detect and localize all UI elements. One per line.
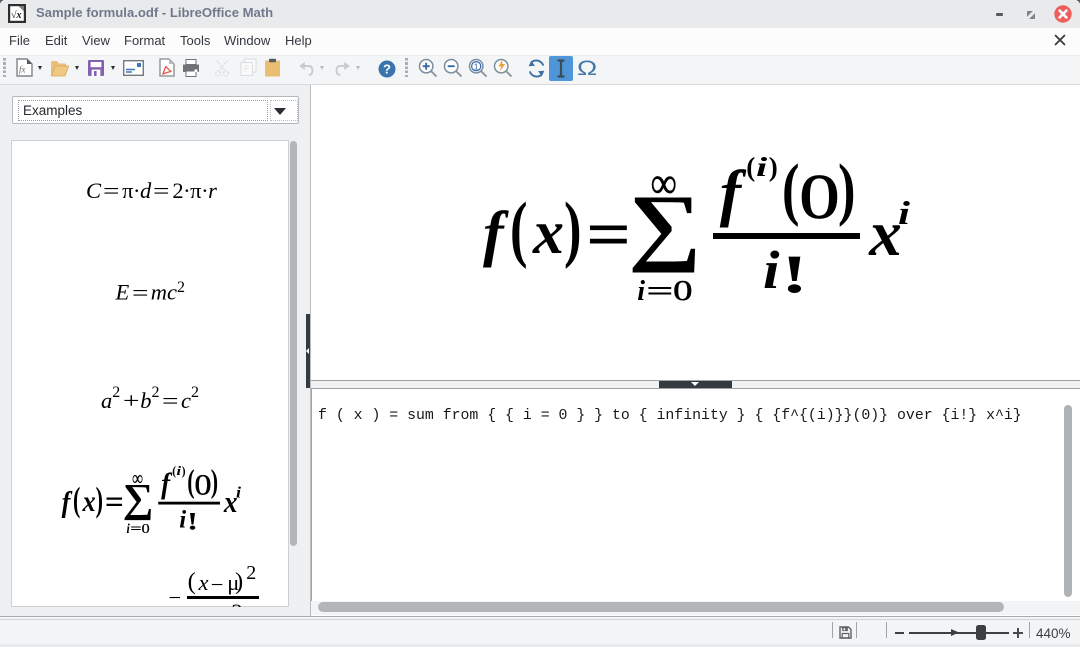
svg-text:?: ?: [383, 62, 391, 77]
svg-text:fx: fx: [19, 65, 26, 75]
svg-text:√x: √x: [11, 10, 22, 21]
svg-text:1: 1: [474, 61, 479, 71]
